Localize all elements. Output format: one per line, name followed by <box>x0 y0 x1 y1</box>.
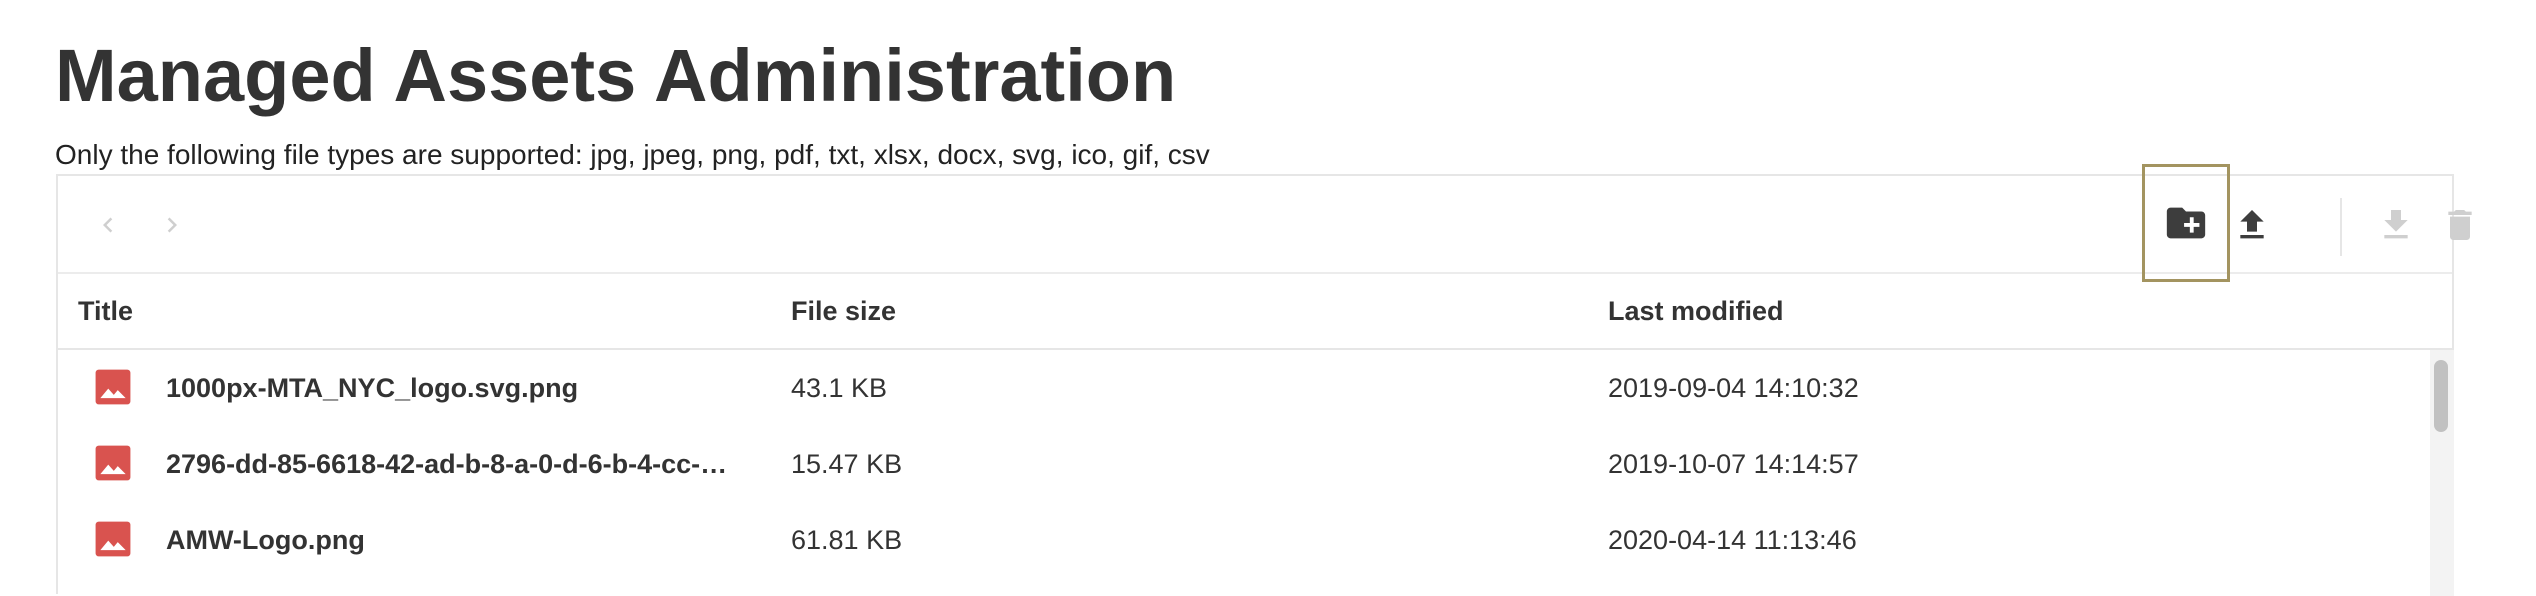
table-row[interactable]: 2796-dd-85-6618-42-ad-b-8-a-0-d-6-b-4-cc… <box>58 426 2430 502</box>
file-title: 1000px-MTA_NYC_logo.svg.png <box>166 372 579 403</box>
table-row[interactable]: 1000px-MTA_NYC_logo.svg.png 43.1 KB 2019… <box>58 350 2430 426</box>
file-toolbar <box>58 164 2472 282</box>
toolbar-divider <box>2340 198 2342 256</box>
download-icon <box>2384 210 2408 239</box>
forward-button[interactable] <box>144 195 200 255</box>
column-header-file-size[interactable]: File size <box>791 274 896 348</box>
folder-plus-icon <box>2166 207 2206 239</box>
download-button[interactable] <box>2368 195 2424 255</box>
column-header-title[interactable]: Title <box>78 274 133 348</box>
file-title: AMW-Logo.png <box>166 524 365 555</box>
scrollbar-thumb[interactable] <box>2434 360 2448 432</box>
new-folder-button[interactable] <box>2142 164 2230 282</box>
file-list: 1000px-MTA_NYC_logo.svg.png 43.1 KB 2019… <box>58 350 2430 578</box>
file-last-modified: 2019-10-07 14:14:57 <box>1608 448 1859 479</box>
file-size: 61.81 KB <box>791 524 903 555</box>
file-last-modified: 2019-09-04 14:10:32 <box>1608 372 1859 403</box>
file-size: 15.47 KB <box>791 448 903 479</box>
upload-button[interactable] <box>2224 195 2280 255</box>
file-browser: Title File size Last modified 1000px-MTA… <box>56 164 2472 596</box>
column-header-last-modified[interactable]: Last modified <box>1608 274 1784 348</box>
file-title: 2796-dd-85-6618-42-ad-b-8-a-0-d-6-b-4-cc… <box>166 448 728 479</box>
file-last-modified: 2020-04-14 11:13:46 <box>1608 524 1857 555</box>
delete-button[interactable] <box>2432 195 2488 255</box>
trash-icon <box>2448 210 2472 240</box>
image-file-icon <box>95 445 131 481</box>
table-row[interactable]: AMW-Logo.png 61.81 KB 2020-04-14 11:13:4… <box>58 502 2430 578</box>
file-size: 43.1 KB <box>791 372 888 403</box>
image-file-icon <box>95 521 131 557</box>
upload-icon <box>2240 210 2264 239</box>
back-button[interactable] <box>80 195 136 255</box>
table-header: Title File size Last modified <box>58 274 2452 350</box>
chevron-right-icon <box>167 217 177 233</box>
chevron-left-icon <box>103 217 113 233</box>
image-file-icon <box>95 369 131 405</box>
page-title: Managed Assets Administration <box>55 34 1177 117</box>
supported-file-types-note: Only the following file types are suppor… <box>55 139 1210 170</box>
file-list-scrollbar[interactable] <box>2430 350 2454 596</box>
